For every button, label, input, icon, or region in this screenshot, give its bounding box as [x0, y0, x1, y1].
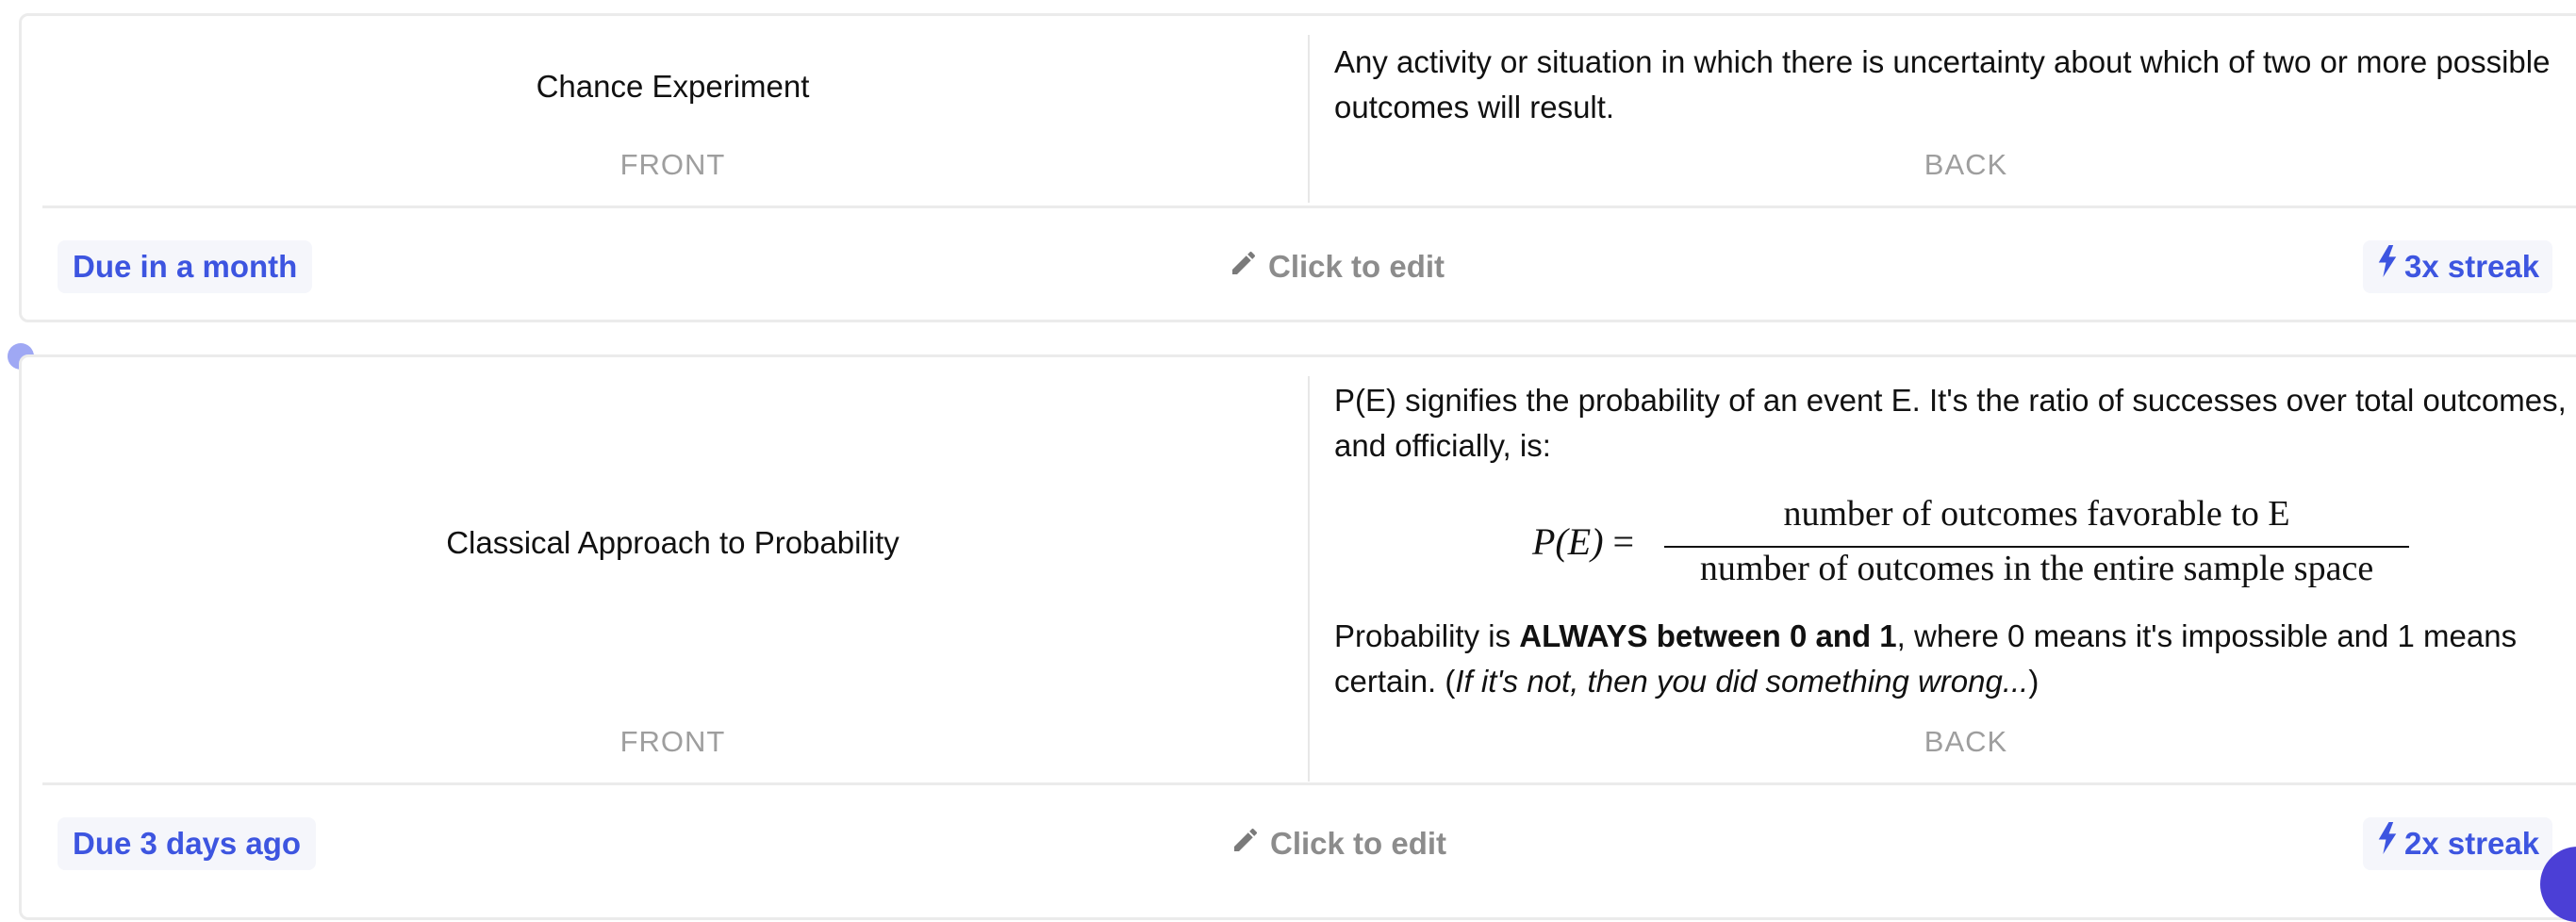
front-label: FRONT: [619, 148, 726, 181]
pencil-icon: [1230, 825, 1261, 863]
front-label: FRONT: [619, 725, 726, 758]
lightning-bolt-icon: [2376, 240, 2399, 293]
flashcard[interactable]: Chance Experiment FRONT Any activity or …: [19, 13, 2576, 322]
card-footer-divider: [42, 206, 2576, 208]
card-back: P(E) signifies the probability of an eve…: [1334, 357, 2576, 787]
edit-button[interactable]: Click to edit: [1229, 248, 1445, 286]
card-back-outro: Probability is ALWAYS between 0 and 1, w…: [1334, 618, 2518, 699]
edit-label: Click to edit: [1270, 826, 1447, 861]
streak-label: 2x streak: [2404, 826, 2540, 861]
flashcard[interactable]: Classical Approach to Probability FRONT …: [19, 354, 2576, 920]
streak-badge: 3x streak: [2363, 240, 2553, 293]
card-front-text: Classical Approach to Probability: [446, 525, 900, 560]
card-back-intro: P(E) signifies the probability of an eve…: [1334, 383, 2567, 463]
card-divider: [1308, 376, 1310, 782]
back-label: BACK: [1924, 725, 2008, 758]
card-front-text: Chance Experiment: [536, 69, 810, 104]
due-badge[interactable]: Due 3 days ago: [58, 817, 317, 870]
back-label: BACK: [1924, 148, 2008, 181]
card-divider: [1308, 35, 1310, 203]
formula-numerator: number of outcomes favorable to E: [1783, 494, 2290, 534]
edit-label: Click to edit: [1268, 249, 1445, 284]
card-front: Chance Experiment FRONT: [42, 16, 1303, 210]
probability-formula: P(E) = number of outcomes favorable to E…: [1334, 493, 2576, 597]
card-front: Classical Approach to Probability FRONT: [42, 357, 1303, 787]
card-back-text: Any activity or situation in which there…: [1334, 44, 2551, 124]
card-footer-divider: [42, 782, 2576, 785]
formula-lhs: P(E) =: [1532, 520, 1635, 563]
streak-badge: 2x streak: [2363, 817, 2553, 870]
edit-button[interactable]: Click to edit: [1230, 825, 1446, 863]
formula-denominator: number of outcomes in the entire sample …: [1699, 549, 2374, 588]
streak-label: 3x streak: [2404, 249, 2540, 284]
lightning-bolt-icon: [2376, 817, 2399, 870]
card-back: Any activity or situation in which there…: [1334, 16, 2576, 210]
pencil-icon: [1229, 248, 1259, 286]
due-badge[interactable]: Due in a month: [58, 240, 313, 293]
